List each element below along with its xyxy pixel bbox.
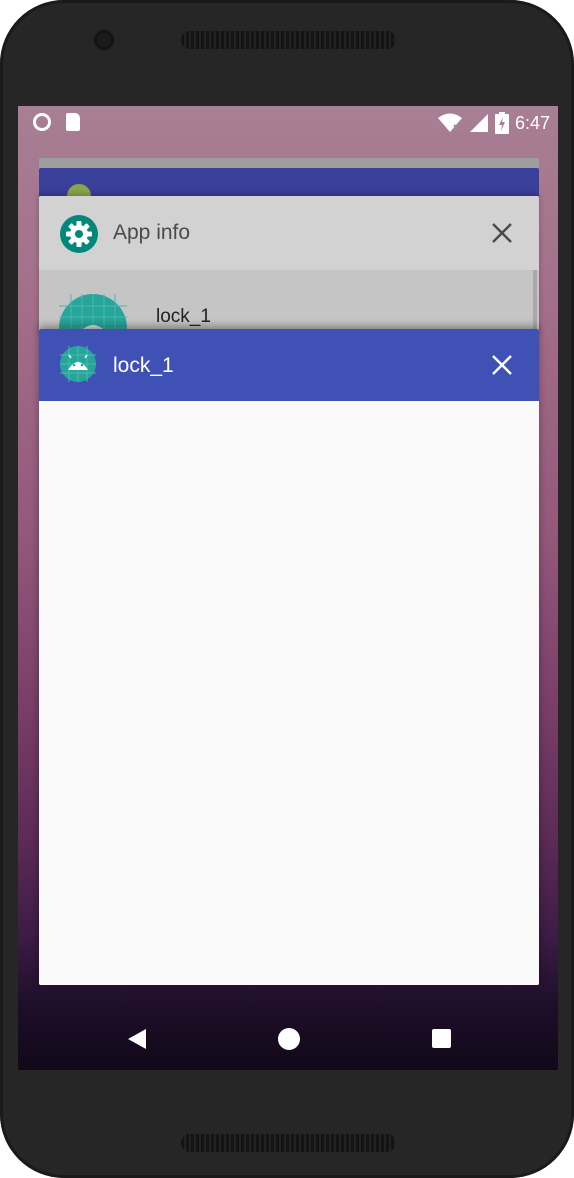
close-icon[interactable]	[489, 352, 515, 378]
earpiece-speaker	[181, 31, 396, 49]
recent-card-app-info[interactable]: App info lock_1	[39, 196, 539, 336]
lock-1-card-header[interactable]: lock_1	[39, 329, 539, 401]
sd-card-icon	[66, 113, 80, 131]
navigation-bar	[18, 1006, 558, 1070]
app-info-card-header[interactable]: App info	[39, 196, 539, 270]
back-icon[interactable]	[126, 1027, 148, 1051]
scrollbar	[533, 270, 537, 336]
app-info-app-name: lock_1	[156, 306, 211, 327]
lock-1-card-preview[interactable]	[39, 401, 539, 985]
app-info-card-preview: lock_1	[39, 270, 539, 336]
phone-frame: 6:47 App info lock_1 lock_1	[0, 0, 574, 1178]
recents-icon[interactable]	[432, 1029, 451, 1048]
status-bar: 6:47	[18, 106, 558, 140]
close-icon[interactable]	[489, 220, 515, 246]
status-right-group: 6:47	[437, 112, 550, 134]
record-circle-icon	[33, 113, 51, 131]
wifi-icon	[437, 113, 462, 132]
front-camera	[94, 30, 114, 50]
cellular-signal-icon	[469, 114, 488, 132]
bottom-speaker	[181, 1134, 396, 1152]
app-info-title: App info	[113, 221, 191, 244]
recent-card-lock-1[interactable]: lock_1	[39, 329, 539, 985]
screen: 6:47 App info lock_1 lock_1	[18, 106, 558, 1070]
android-icon	[67, 184, 91, 196]
status-clock: 6:47	[514, 113, 550, 133]
settings-gear-icon	[60, 215, 98, 253]
home-icon[interactable]	[278, 1028, 300, 1050]
android-icon	[60, 346, 96, 382]
battery-charging-icon	[494, 112, 509, 134]
lock-1-card-title: lock_1	[113, 354, 174, 377]
